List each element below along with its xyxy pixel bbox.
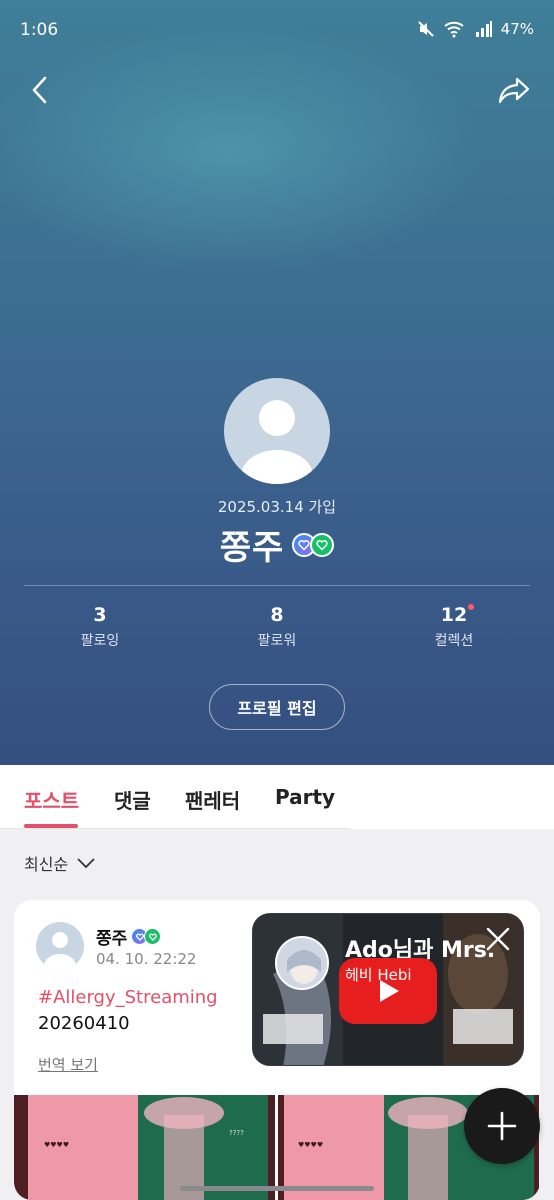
share-icon <box>498 77 530 104</box>
chevron-down-icon <box>77 858 95 869</box>
share-button[interactable] <box>492 68 536 112</box>
post-hashtag[interactable]: #Allergy_Streaming <box>38 987 218 1008</box>
back-button[interactable] <box>18 68 62 112</box>
home-indicator[interactable] <box>180 1186 374 1191</box>
close-button[interactable] <box>483 924 513 954</box>
channel-avatar[interactable] <box>275 936 329 990</box>
translate-link[interactable]: 번역 보기 <box>38 1054 98 1075</box>
profile-avatar[interactable] <box>224 378 330 484</box>
collection-stat[interactable]: 12 컬렉션 <box>394 604 514 650</box>
post-author-avatar[interactable] <box>36 922 84 970</box>
wifi-icon <box>443 20 467 38</box>
plus-icon <box>487 1111 517 1141</box>
heart-badge-icon <box>310 532 335 557</box>
following-stat[interactable]: 3 팔로잉 <box>40 604 160 650</box>
close-icon <box>486 927 510 951</box>
post-date: 04. 10. 22:22 <box>96 950 197 968</box>
stats-divider <box>24 585 530 586</box>
status-time: 1:06 <box>20 20 59 40</box>
new-indicator-dot <box>468 604 475 610</box>
channel-name: 헤비 Hebi <box>345 966 412 984</box>
svg-text:♥♥♥♥: ♥♥♥♥ <box>298 1141 323 1149</box>
profile-name-row: 쫑주 <box>0 520 554 569</box>
collection-label: 컬렉션 <box>434 633 474 649</box>
post-image-1[interactable]: ♥♥♥♥ ???? <box>14 1095 275 1200</box>
followers-stat[interactable]: 8 팔로워 <box>217 604 337 650</box>
sort-dropdown[interactable]: 최신순 <box>24 851 96 875</box>
following-count: 3 <box>93 604 107 626</box>
followers-label: 팔로워 <box>257 633 297 649</box>
badge-group[interactable] <box>292 532 335 557</box>
signal-icon <box>475 20 493 38</box>
chevron-left-icon <box>32 76 47 104</box>
collection-count-wrap: 12 <box>440 604 475 626</box>
profile-header: 1:06 47% 2025.03.14 가입 쫑주 3 팔로잉 8 팔로워 12… <box>0 0 554 765</box>
mute-icon <box>417 20 435 38</box>
create-post-button[interactable] <box>464 1088 540 1164</box>
heart-badge-icon <box>144 928 162 945</box>
join-date: 2025.03.14 가입 <box>217 498 337 516</box>
following-label: 팔로잉 <box>80 633 120 649</box>
followers-count: 8 <box>270 604 284 626</box>
sort-label: 최신순 <box>24 855 69 874</box>
post-body: 20260410 <box>38 1013 130 1034</box>
status-icons: 47% <box>417 20 534 38</box>
edit-profile-button[interactable]: 프로필 편집 <box>209 684 345 730</box>
status-bar: 1:06 47% <box>0 0 554 60</box>
post-badge-group <box>131 928 162 945</box>
svg-text:????: ???? <box>229 1129 244 1137</box>
battery-text: 47% <box>500 20 534 38</box>
tab-party[interactable]: Party <box>275 785 335 809</box>
collection-count: 12 <box>440 604 468 626</box>
profile-name: 쫑주 <box>219 528 285 568</box>
svg-text:♥♥♥♥: ♥♥♥♥ <box>44 1141 69 1149</box>
tab-fanletter[interactable]: 팬레터 <box>185 785 240 814</box>
tabs-divider <box>0 828 350 829</box>
tab-posts[interactable]: 포스트 <box>24 785 79 814</box>
youtube-mini-player[interactable]: Ado님과 Mrs. 헤비 Hebi <box>252 913 524 1066</box>
tab-comments[interactable]: 댓글 <box>114 785 151 814</box>
post-author-row: 쫑주 <box>96 924 162 949</box>
post-author-name[interactable]: 쫑주 <box>96 924 127 949</box>
tab-bar: 포스트 댓글 팬레터 Party <box>0 765 554 829</box>
